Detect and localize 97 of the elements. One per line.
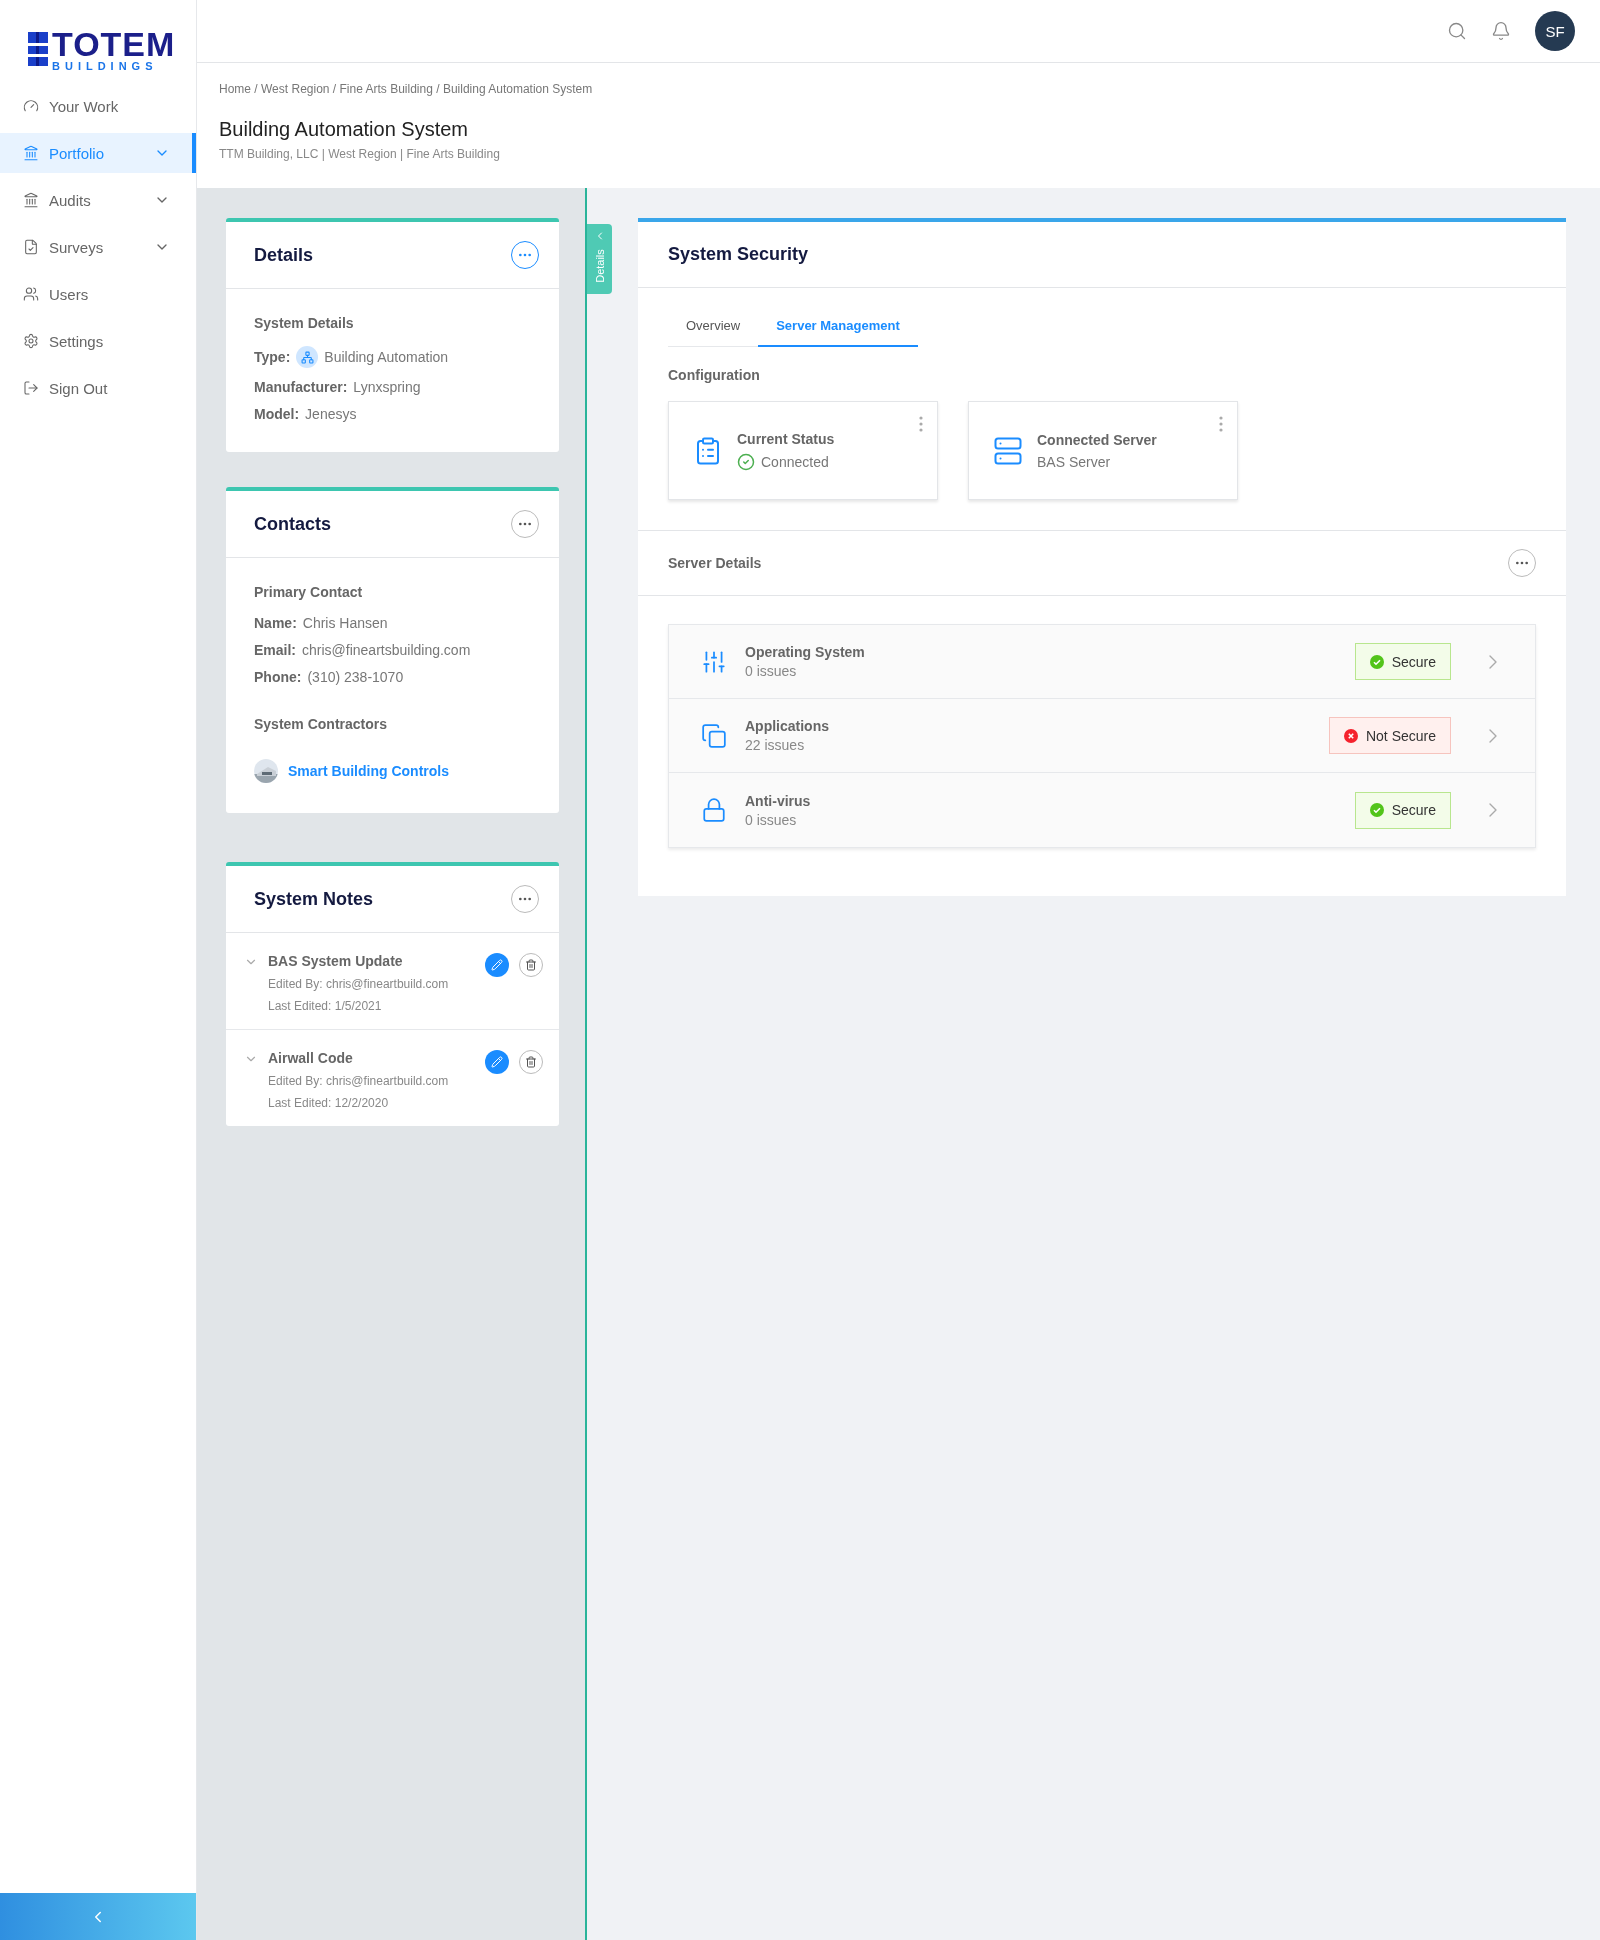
bank-icon [23,145,39,161]
pencil-icon [491,1056,503,1068]
logo-subtitle: BUILDINGS [52,60,159,72]
overlapping-squares-icon [701,722,727,749]
config-title: Current Status [737,430,835,447]
server-name: Applications [745,718,829,734]
field-label: Model: [254,406,300,422]
bank-icon [23,192,39,208]
card-title: Details [254,244,314,266]
note-editor: Edited By: chris@fineartbuild.com [268,1074,449,1088]
field-label: Phone: [254,669,302,685]
field-label: Email: [254,642,296,658]
more-button[interactable] [511,885,539,913]
section-title: System Details [254,315,354,331]
issue-count: 0 issues [745,663,797,679]
users-icon [23,286,39,302]
status-badge: Secure [1354,791,1451,829]
field-label: Name: [254,615,297,631]
section-title: Primary Contact [254,584,363,600]
note-title: Airwall Code [268,1050,353,1066]
server-row[interactable]: Applications 22 issues Not Secure [669,699,1535,773]
server-row[interactable]: Anti-virus 0 issues Secure [669,773,1535,847]
bell-icon [1491,21,1511,41]
server-icon [993,435,1023,466]
user-avatar[interactable]: SF [1535,11,1575,51]
field-value: chris@fineartsbuilding.com [302,642,471,658]
network-icon [296,346,319,368]
server-row[interactable]: Operating System 0 issues Secure [669,625,1535,699]
collapse-sidebar-button[interactable] [0,1893,196,1940]
nav-item[interactable]: Portfolio [0,133,196,173]
more-button[interactable] [511,510,539,538]
section-title: System Contractors [254,716,388,732]
note-date: Last Edited: 12/2/2020 [268,1096,389,1110]
nav-item[interactable]: Settings [0,321,196,361]
field-value: (310) 238-1070 [307,669,404,685]
sliders-icon [701,648,727,675]
server-name: Anti-virus [745,792,811,809]
status-badge: Secure [1354,643,1451,680]
page-subtitle: TTM Building, LLC | West Region | Fine Arts Building [219,147,500,161]
tab[interactable]: Overview [668,304,759,347]
config-value: Connected [761,453,829,470]
search-button[interactable] [1447,21,1467,41]
section-title: Configuration [668,367,760,383]
issue-count: 0 issues [745,811,797,828]
delete-button[interactable] [519,1050,543,1074]
status-badge: Not Secure [1328,717,1451,754]
card-title: System Notes [254,888,374,910]
field-label: Manufacturer: [254,379,348,395]
more-button[interactable] [919,416,923,432]
search-icon [1447,21,1467,41]
nav-item[interactable]: Surveys [0,227,196,267]
server-name: Operating System [745,644,865,660]
gauge-icon [23,98,39,114]
field-value: Building Automation [324,349,449,365]
config-title: Connected Server [1037,431,1157,448]
check-circle-icon [737,452,755,471]
nav-item[interactable]: Users [0,274,196,314]
more-button[interactable] [1219,416,1223,432]
sign-out-icon [23,380,39,396]
logo-icon [28,32,48,66]
field-value: Jenesys [305,406,357,422]
nav-item[interactable]: Sign Out [0,368,196,408]
logo-wordmark: TOTEM [52,26,176,61]
more-icon [1219,416,1223,432]
nav-item[interactable]: Your Work [0,86,196,126]
issue-count: 22 issues [745,737,805,753]
panel-title: System Security [668,244,809,265]
config-value: BAS Server [1037,453,1111,470]
note-date: Last Edited: 1/5/2021 [268,999,382,1013]
settings-icon [23,333,39,349]
nav-item[interactable]: Audits [0,180,196,220]
lock-icon [701,797,727,823]
tab[interactable]: Server Management [758,304,918,347]
check-icon [1369,803,1384,817]
breadcrumb: Home / West Region / Fine Arts Building / Building Automation System [219,82,593,96]
field-value: Chris Hansen [302,615,388,631]
edit-button[interactable] [485,953,509,977]
error-icon [1343,728,1358,743]
section-title: Server Details [668,555,762,571]
delete-button[interactable] [519,953,543,977]
notifications-button[interactable] [1491,21,1511,41]
note-editor: Edited By: chris@fineartbuild.com [268,977,449,991]
card-title: Contacts [254,513,331,535]
contractor-link[interactable]: Smart Building Controls [288,763,449,779]
trash-icon [525,959,537,971]
more-button[interactable] [1508,549,1536,577]
more-button[interactable] [511,241,539,269]
trash-icon [525,1056,537,1068]
field-label: Type: [254,349,291,365]
more-icon [919,416,923,432]
page-title: Building Automation System [219,118,469,141]
note-title: BAS System Update [268,953,403,969]
check-icon [1369,654,1384,669]
pencil-icon [491,959,503,971]
document-icon [23,239,39,255]
edit-button[interactable] [485,1050,509,1074]
field-value: Lynxspring [353,379,421,395]
